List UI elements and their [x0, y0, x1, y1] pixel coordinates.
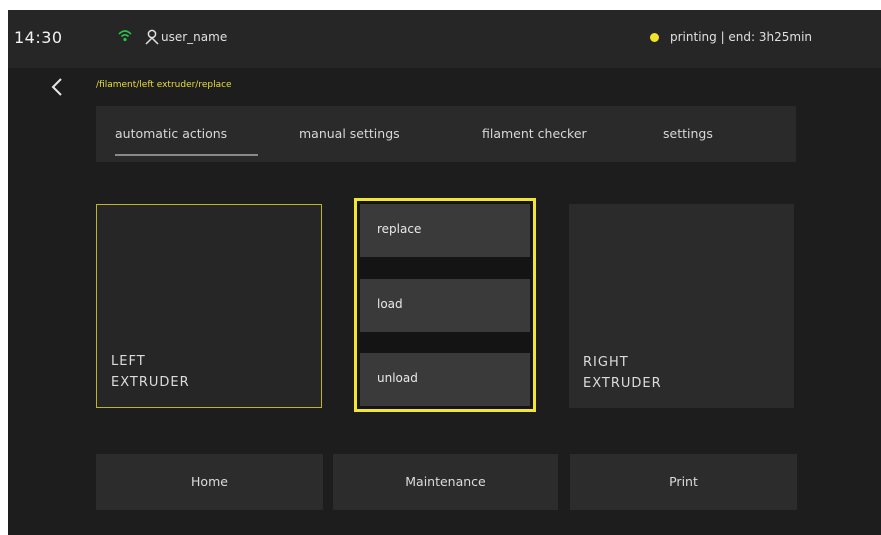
username: user_name	[161, 30, 228, 44]
maintenance-button[interactable]: Maintenance	[333, 454, 558, 510]
tab-bar: automatic actions manual settings filame…	[96, 106, 796, 162]
tab-automatic-actions[interactable]: automatic actions	[115, 126, 227, 141]
load-button[interactable]: load	[360, 279, 530, 332]
tab-filament-checker[interactable]: filament checker	[482, 126, 587, 141]
status-dot-icon	[650, 33, 659, 42]
active-tab-indicator	[115, 154, 258, 156]
breadcrumb: /filament/left extruder/replace	[96, 80, 232, 90]
printer-screen: 14:30 user_name printing | end: 3h25min …	[8, 10, 881, 535]
status-bar: 14:30 user_name printing | end: 3h25min	[8, 10, 881, 68]
left-extruder-panel[interactable]: LEFT EXTRUDER	[96, 204, 322, 408]
tab-manual-settings[interactable]: manual settings	[299, 126, 400, 141]
back-chevron-icon[interactable]	[48, 76, 66, 98]
user-icon	[145, 29, 159, 45]
tab-settings[interactable]: settings	[663, 126, 713, 141]
replace-button[interactable]: replace	[360, 204, 530, 257]
extruder-action-menu: replace load unload	[354, 198, 536, 412]
clock: 14:30	[14, 28, 63, 47]
left-extruder-label: LEFT EXTRUDER	[111, 354, 190, 390]
wifi-icon	[118, 30, 132, 42]
printer-status: printing | end: 3h25min	[670, 30, 813, 44]
right-extruder-panel[interactable]: RIGHT EXTRUDER	[569, 204, 794, 408]
right-extruder-label: RIGHT EXTRUDER	[583, 355, 662, 391]
print-button[interactable]: Print	[570, 454, 797, 510]
unload-button[interactable]: unload	[360, 353, 530, 406]
home-button[interactable]: Home	[96, 454, 323, 510]
